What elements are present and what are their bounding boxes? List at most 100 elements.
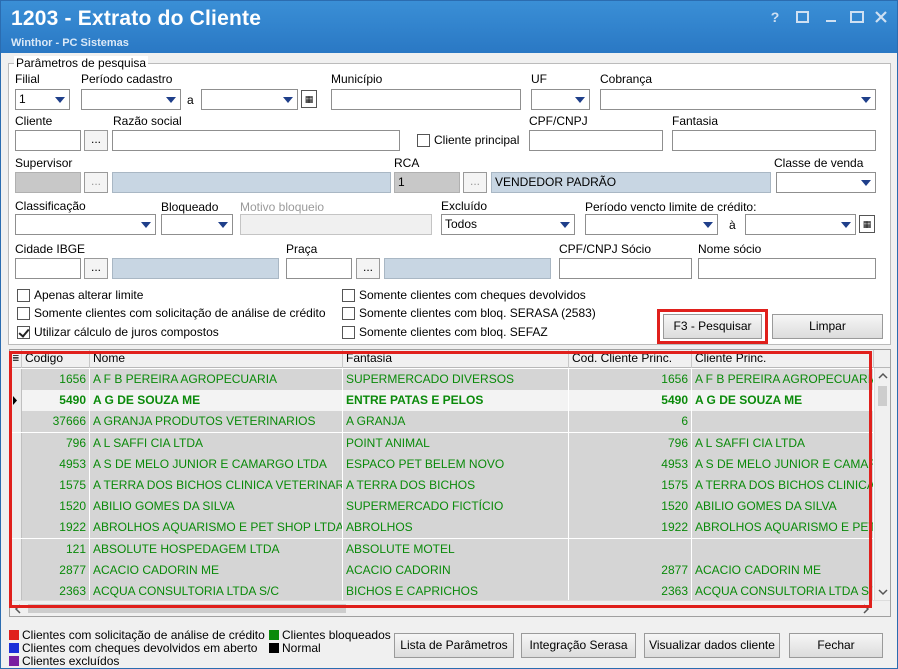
cliente-input[interactable]	[15, 130, 81, 151]
limite-a-label: à	[729, 218, 736, 232]
motivo-bloqueio-label: Motivo bloqueio	[240, 200, 325, 214]
maximize-icon[interactable]	[845, 7, 869, 27]
chevron-down-icon[interactable]	[858, 91, 874, 108]
bloqueado-select[interactable]	[161, 214, 233, 235]
razao-social-input[interactable]	[112, 130, 400, 151]
minimize-icon[interactable]	[819, 7, 843, 27]
rca-code-input[interactable]: 1	[394, 172, 460, 193]
vertical-scrollbar[interactable]	[874, 368, 890, 600]
limpar-button[interactable]: Limpar	[772, 314, 883, 339]
nome-socio-label: Nome sócio	[698, 242, 762, 256]
juros-compostos-label: Utilizar cálculo de juros compostos	[34, 325, 219, 339]
supervisor-input[interactable]	[15, 172, 81, 193]
checkbox-box[interactable]	[342, 288, 355, 302]
classificacao-select[interactable]	[15, 214, 156, 235]
periodo-cadastro-label: Período cadastro	[81, 72, 173, 86]
chevron-down-icon[interactable]	[858, 174, 874, 191]
chevron-down-icon[interactable]	[215, 216, 231, 233]
cheques-devolvidos-checkbox[interactable]: Somente clientes com cheques devolvidos	[342, 288, 586, 302]
cliente-lookup-button[interactable]: ...	[84, 130, 108, 151]
cpf-socio-input[interactable]	[559, 258, 692, 279]
solicitacao-credito-label: Somente clientes com solicitação de anál…	[34, 306, 326, 320]
juros-compostos-checkbox[interactable]: Utilizar cálculo de juros compostos	[17, 325, 219, 339]
praca-lookup-button[interactable]: ...	[356, 258, 380, 279]
help-icon[interactable]: ?	[763, 7, 787, 27]
chevron-down-icon[interactable]	[138, 216, 154, 233]
chevron-down-icon[interactable]	[557, 216, 573, 233]
apenas-alterar-limite-checkbox[interactable]: Apenas alterar limite	[17, 288, 143, 302]
rca-name-value: VENDEDOR PADRÃO	[495, 175, 617, 189]
praca-input[interactable]	[286, 258, 352, 279]
supervisor-lookup-button[interactable]: ...	[84, 172, 108, 193]
cliente-principal-label: Cliente principal	[434, 133, 520, 147]
legend-excluidos: Clientes excluídos	[9, 654, 119, 668]
limite-inicio-input[interactable]	[585, 214, 718, 235]
checkbox-box[interactable]	[17, 306, 30, 320]
calendar-icon[interactable]: ▦	[859, 215, 875, 233]
classe-venda-select[interactable]	[776, 172, 876, 193]
cidade-lookup-button[interactable]: ...	[84, 258, 108, 279]
legend-swatch-red	[9, 630, 19, 640]
legend-excluidos-label: Clientes excluídos	[22, 654, 120, 668]
checkbox-checked[interactable]	[17, 325, 30, 339]
periodo-a-label: a	[187, 93, 194, 107]
legend-swatch-blue	[9, 643, 19, 653]
legend-cheques: Clientes com cheques devolvidos em abert…	[9, 641, 257, 655]
municipio-label: Município	[331, 72, 383, 86]
rca-code-value: 1	[398, 175, 405, 189]
excluido-select[interactable]: Todos	[441, 214, 575, 235]
chevron-down-icon[interactable]	[700, 216, 716, 233]
pesquisar-highlight	[657, 309, 768, 344]
integracao-serasa-button[interactable]: Integração Serasa	[521, 633, 636, 658]
visualizar-dados-button[interactable]: Visualizar dados cliente	[644, 633, 780, 658]
nome-socio-input[interactable]	[698, 258, 876, 279]
fantasia-input[interactable]	[672, 130, 876, 151]
cidade-ibge-label: Cidade IBGE	[15, 242, 86, 256]
cpf-cnpj-input[interactable]	[529, 130, 663, 151]
filial-select[interactable]: 1	[15, 89, 70, 110]
bloq-serasa-checkbox[interactable]: Somente clientes com bloq. SERASA (2583)	[342, 306, 596, 320]
solicitacao-credito-checkbox[interactable]: Somente clientes com solicitação de anál…	[17, 306, 326, 320]
filial-value: 1	[19, 92, 26, 106]
bloq-serasa-label: Somente clientes com bloq. SERASA (2583)	[359, 306, 596, 320]
municipio-input[interactable]	[331, 89, 521, 110]
excluido-value: Todos	[445, 217, 478, 231]
cpf-socio-label: CPF/CNPJ Sócio	[559, 242, 652, 256]
chevron-down-icon[interactable]	[163, 91, 179, 108]
search-params-title: Parâmetros de pesquisa	[14, 56, 149, 70]
periodo-fim-input[interactable]	[201, 89, 298, 110]
cidade-ibge-input[interactable]	[15, 258, 81, 279]
rca-lookup-button[interactable]: ...	[463, 172, 487, 193]
checkbox-box[interactable]	[342, 306, 355, 320]
checkbox-box[interactable]	[17, 288, 30, 302]
close-icon[interactable]	[869, 7, 893, 27]
vertical-scroll-thumb[interactable]	[878, 386, 887, 406]
scroll-up-icon[interactable]	[875, 368, 891, 384]
cheques-devolvidos-label: Somente clientes com cheques devolvidos	[359, 288, 586, 302]
scroll-down-icon[interactable]	[875, 584, 891, 600]
fechar-button[interactable]: Fechar	[789, 633, 883, 658]
uf-select[interactable]	[531, 89, 590, 110]
motivo-bloqueio-input[interactable]	[240, 214, 432, 235]
chevron-down-icon[interactable]	[52, 91, 68, 108]
restore-icon[interactable]	[791, 7, 815, 27]
supervisor-name-field	[112, 172, 391, 193]
grid-highlight	[9, 351, 872, 608]
excluido-label: Excluído	[441, 199, 488, 213]
chevron-down-icon[interactable]	[280, 91, 296, 108]
legend-cheques-label: Clientes com cheques devolvidos em abert…	[22, 641, 258, 655]
cidade-name-field	[112, 258, 279, 279]
bloq-sefaz-checkbox[interactable]: Somente clientes com bloq. SEFAZ	[342, 325, 548, 339]
calendar-icon[interactable]: ▦	[301, 90, 317, 108]
lista-parametros-button[interactable]: Lista de Parâmetros	[394, 633, 514, 658]
legend-swatch-purple	[9, 656, 19, 666]
window-subtitle: Winthor - PC Sistemas	[11, 37, 129, 49]
periodo-inicio-input[interactable]	[81, 89, 181, 110]
cliente-principal-checkbox[interactable]: Cliente principal	[417, 133, 519, 147]
chevron-down-icon[interactable]	[572, 91, 588, 108]
cobranca-select[interactable]	[600, 89, 876, 110]
chevron-down-icon[interactable]	[838, 216, 854, 233]
limite-fim-input[interactable]	[745, 214, 856, 235]
checkbox-box[interactable]	[342, 325, 355, 339]
checkbox-box[interactable]	[417, 133, 430, 147]
